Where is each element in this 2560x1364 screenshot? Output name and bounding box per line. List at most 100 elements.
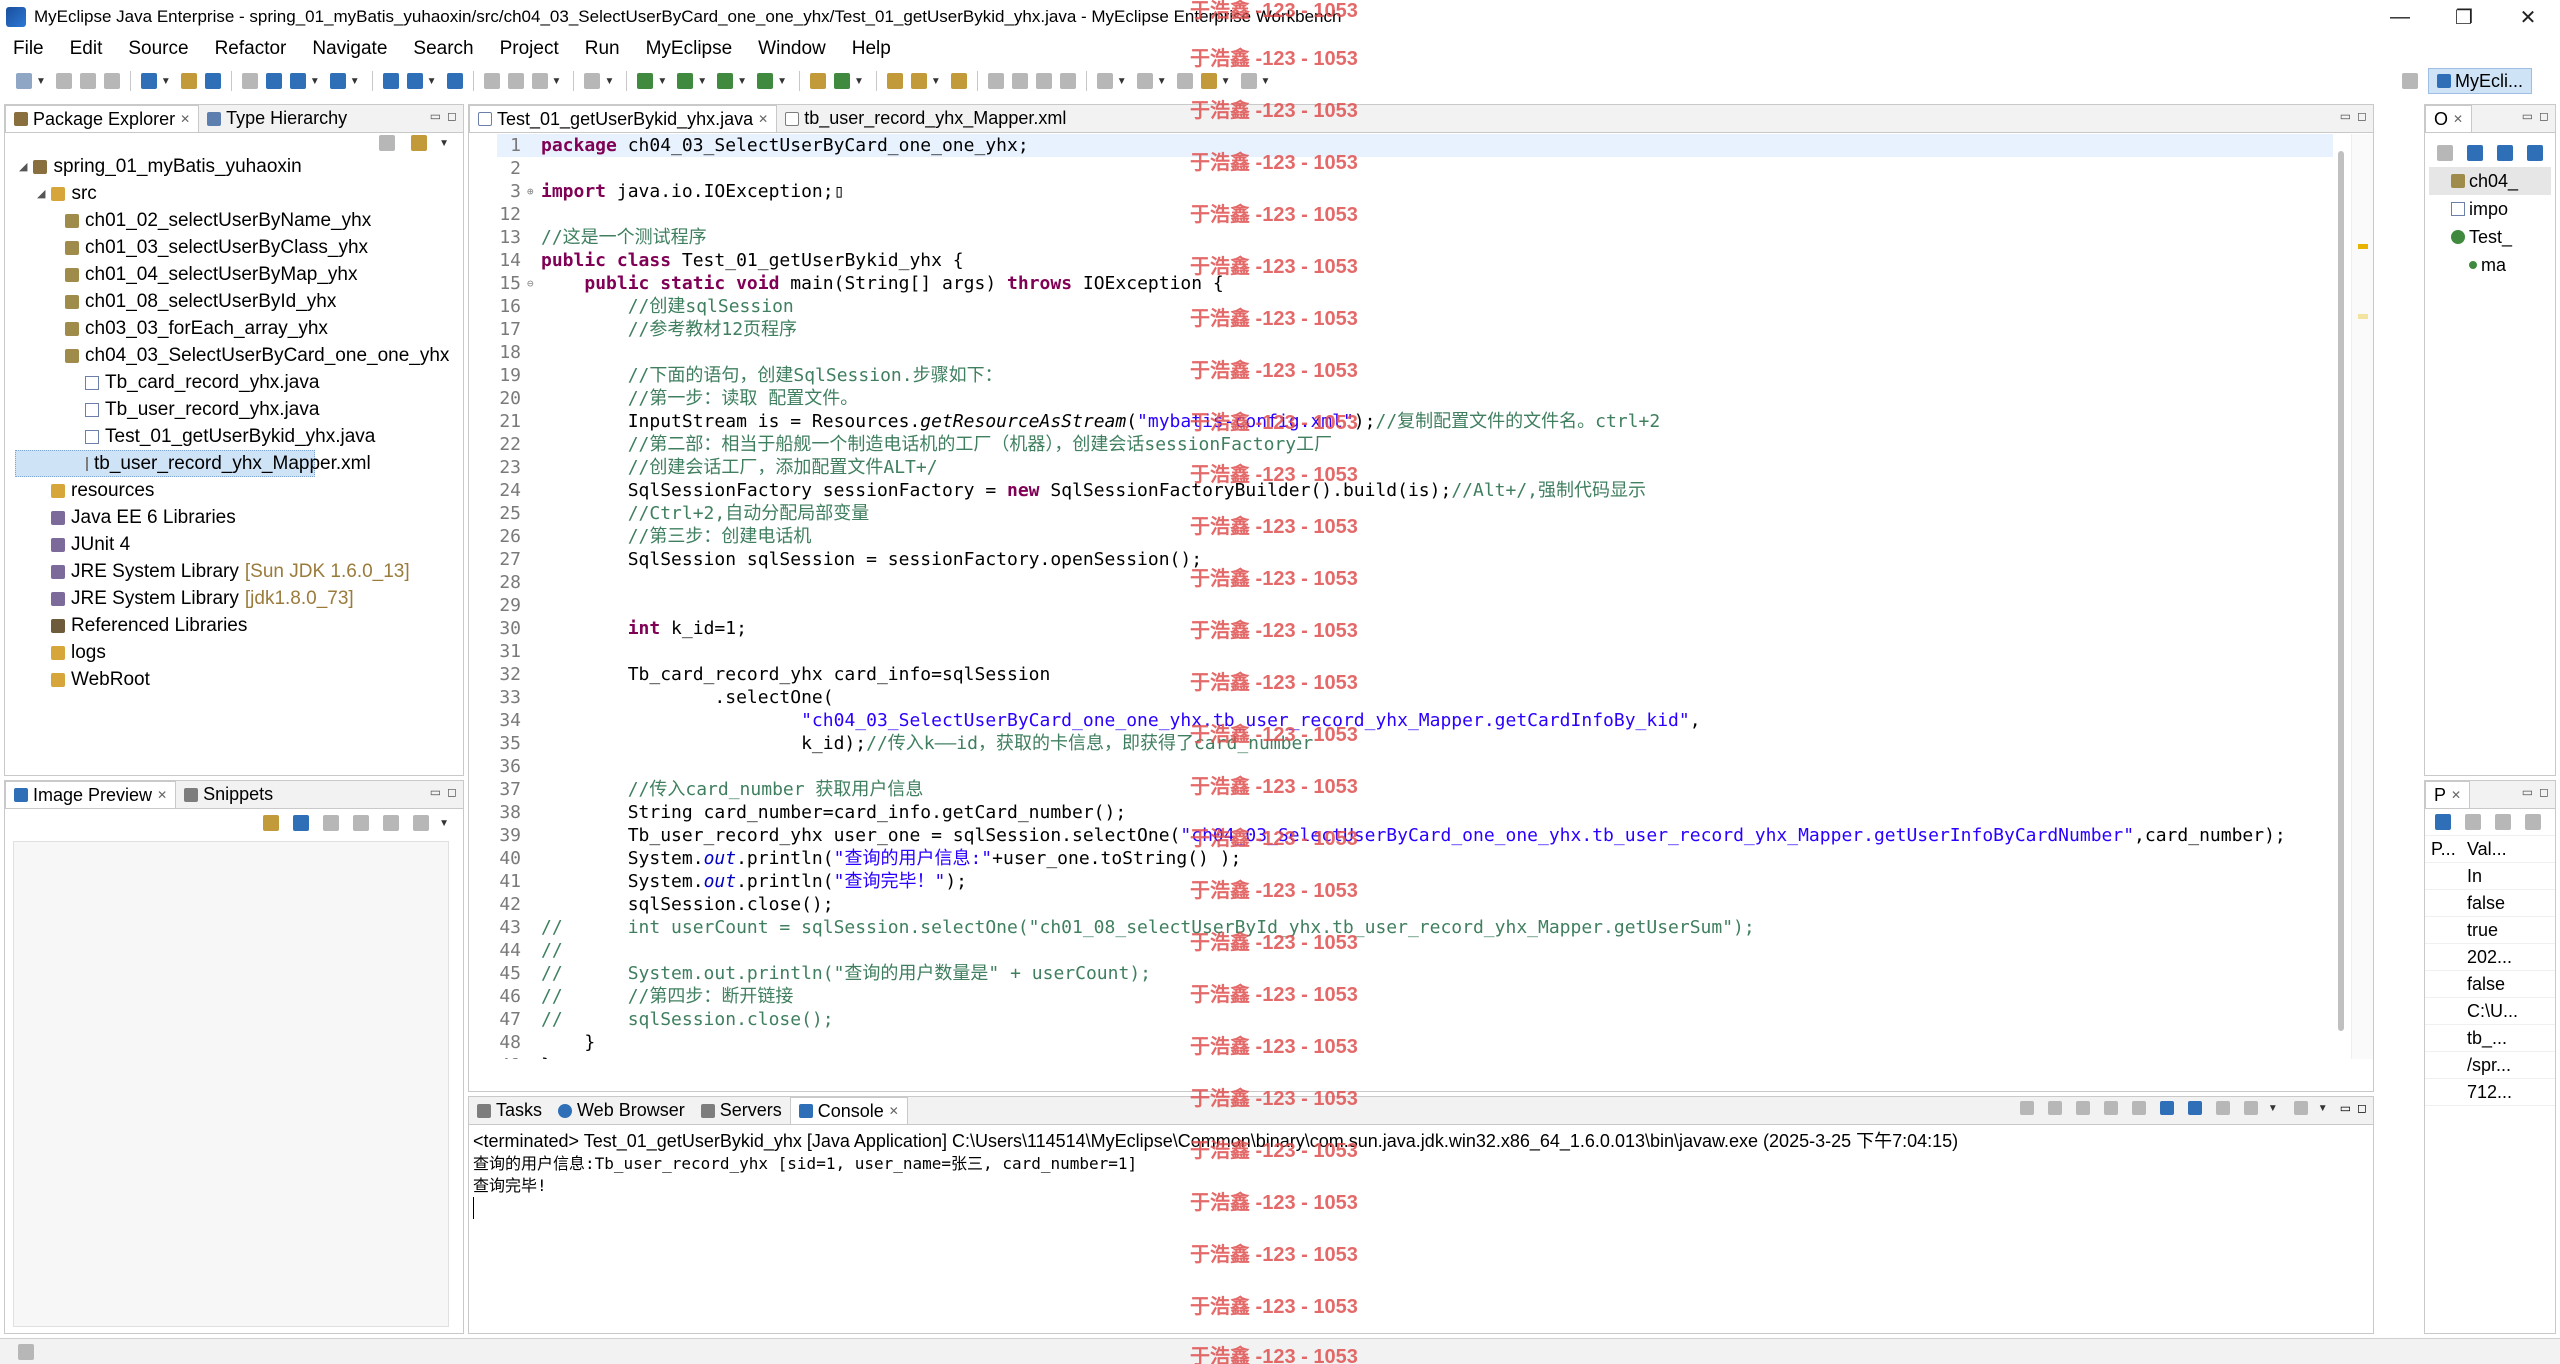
property-row[interactable]: /spr... — [2425, 1052, 2555, 1079]
new-class-icon[interactable] — [833, 73, 850, 89]
zoom-out-icon[interactable] — [323, 815, 340, 831]
maximize-view-icon[interactable]: ◻ — [2357, 109, 2367, 123]
menu-run[interactable]: Run — [572, 38, 633, 60]
search-icon[interactable] — [950, 73, 967, 89]
build-icon[interactable] — [241, 73, 258, 89]
property-row[interactable]: In — [2425, 863, 2555, 890]
open-type-icon[interactable] — [180, 73, 197, 89]
tree-resources-folder[interactable]: resources — [15, 477, 463, 504]
tree-xml-file-selected[interactable]: tb_user_record_yhx_Mapper.xml — [15, 450, 371, 477]
link-with-editor-icon[interactable] — [411, 135, 428, 151]
tab-servers[interactable]: Servers — [693, 1097, 790, 1124]
database-icon[interactable] — [329, 73, 346, 89]
next-annotation-icon[interactable] — [1096, 73, 1113, 89]
menu-project[interactable]: Project — [487, 38, 572, 60]
close-icon[interactable]: ✕ — [157, 788, 167, 802]
deploy-icon[interactable] — [289, 73, 306, 89]
last-edit-icon[interactable] — [1176, 73, 1193, 89]
open-task-icon[interactable] — [910, 73, 927, 89]
view-menu-icon[interactable]: ▼ — [439, 818, 449, 829]
new-java-project-icon[interactable] — [140, 73, 157, 89]
tree-src-folder[interactable]: ◢ src — [15, 180, 463, 207]
close-icon[interactable]: ✕ — [758, 112, 768, 126]
hide-fields-icon[interactable] — [2497, 145, 2513, 161]
filter-icon[interactable] — [2495, 814, 2511, 830]
property-row[interactable]: false — [2425, 971, 2555, 998]
outline-class[interactable]: Test_ — [2429, 223, 2551, 251]
save-all-icon[interactable] — [79, 73, 96, 89]
minimize-view-icon[interactable]: ▭ — [430, 785, 441, 799]
tab-image-preview[interactable]: Image Preview ✕ — [5, 781, 177, 808]
expand-icon[interactable]: ◢ — [37, 187, 45, 200]
word-wrap-icon[interactable] — [1059, 73, 1076, 89]
external-tools-icon[interactable] — [757, 73, 774, 89]
synchronize-icon[interactable] — [531, 73, 548, 89]
close-icon[interactable]: ✕ — [180, 112, 190, 126]
property-row[interactable]: false — [2425, 890, 2555, 917]
open-console-icon[interactable] — [2293, 1101, 2308, 1115]
display-console-icon[interactable] — [2243, 1101, 2258, 1115]
sort-icon[interactable] — [2467, 145, 2483, 161]
previous-annotation-icon[interactable] — [1136, 73, 1153, 89]
show-stdout-icon[interactable] — [2159, 1101, 2174, 1115]
minimize-button[interactable]: — — [2368, 0, 2432, 34]
save-icon[interactable] — [55, 73, 72, 89]
maximize-view-icon[interactable]: ◻ — [2357, 1101, 2367, 1115]
tab-outline[interactable]: O ✕ — [2425, 105, 2473, 132]
tree-webroot-folder[interactable]: WebRoot — [15, 666, 463, 693]
menu-edit[interactable]: Edit — [57, 38, 116, 60]
view-menu-icon[interactable]: ▼ — [439, 138, 449, 149]
tree-package-current[interactable]: ch04_03_SelectUserByCard_one_one_yhx — [15, 342, 463, 369]
categories-icon[interactable] — [2435, 814, 2451, 830]
team-icon[interactable] — [483, 73, 500, 89]
open-resource-icon[interactable] — [204, 73, 221, 89]
refresh-icon[interactable] — [263, 815, 280, 831]
history-icon[interactable] — [507, 73, 524, 89]
menu-search[interactable]: Search — [400, 38, 486, 60]
tree-package[interactable]: ch01_04_selectUserByMap_yhx — [15, 261, 463, 288]
minimize-view-icon[interactable]: ▭ — [2340, 109, 2351, 123]
tree-junit[interactable]: JUnit 4 — [15, 531, 463, 558]
forward-icon[interactable] — [1240, 73, 1257, 89]
run-icon[interactable] — [677, 73, 694, 89]
run-last-icon[interactable] — [717, 73, 734, 89]
maximize-view-icon[interactable]: ◻ — [447, 109, 457, 123]
outline-method[interactable]: ma — [2429, 251, 2551, 279]
close-icon[interactable]: ✕ — [2451, 788, 2461, 802]
menu-file[interactable]: File — [0, 38, 57, 60]
menu-myeclipse[interactable]: MyEclipse — [633, 38, 746, 60]
property-row[interactable]: 202... — [2425, 944, 2555, 971]
fast-view-icon[interactable] — [18, 1344, 34, 1360]
tab-xml-editor[interactable]: tb_user_record_yhx_Mapper.xml — [777, 105, 1074, 132]
tree-project[interactable]: ◢ spring_01_myBatis_yuhaoxin — [15, 153, 463, 180]
menu-navigate[interactable]: Navigate — [299, 38, 400, 60]
menu-window[interactable]: Window — [745, 38, 839, 60]
menu-refactor[interactable]: Refactor — [202, 38, 300, 60]
fit-icon[interactable] — [383, 815, 400, 831]
property-row[interactable]: C:\U... — [2425, 998, 2555, 1025]
tree-package[interactable]: ch01_03_selectUserByClass_yhx — [15, 234, 463, 261]
property-row[interactable]: 712... — [2425, 1079, 2555, 1106]
tree-jre-library[interactable]: JRE System Library [jdk1.8.0_73] — [15, 585, 463, 612]
tree-java-file[interactable]: Test_01_getUserBykid_yhx.java — [15, 423, 463, 450]
stop-server-icon[interactable] — [406, 73, 423, 89]
toggle-mark-occurrences-icon[interactable] — [987, 73, 1004, 89]
print-icon[interactable] — [103, 73, 120, 89]
tab-package-explorer[interactable]: Package Explorer ✕ — [5, 105, 200, 132]
task-marker[interactable] — [2358, 314, 2368, 319]
minimize-view-icon[interactable]: ▭ — [2522, 109, 2533, 123]
minimize-view-icon[interactable]: ▭ — [2340, 1101, 2351, 1115]
tab-java-editor[interactable]: Test_01_getUserBykid_yhx.java ✕ — [469, 105, 778, 132]
menu-help[interactable]: Help — [839, 38, 904, 60]
back-icon[interactable] — [1200, 73, 1217, 89]
tree-javaee-libraries[interactable]: Java EE 6 Libraries — [15, 504, 463, 531]
minimize-view-icon[interactable]: ▭ — [2522, 785, 2533, 799]
collapse-all-icon[interactable] — [379, 135, 396, 151]
pin-console-icon[interactable] — [2215, 1101, 2230, 1115]
tree-package[interactable]: ch03_03_forEach_array_yhx — [15, 315, 463, 342]
server-icon[interactable] — [265, 73, 282, 89]
open-perspective-icon[interactable] — [2401, 73, 2418, 89]
outline-package[interactable]: ch04_ — [2429, 167, 2551, 195]
show-whitespace-icon[interactable] — [1035, 73, 1052, 89]
tab-tasks[interactable]: Tasks — [469, 1097, 550, 1124]
